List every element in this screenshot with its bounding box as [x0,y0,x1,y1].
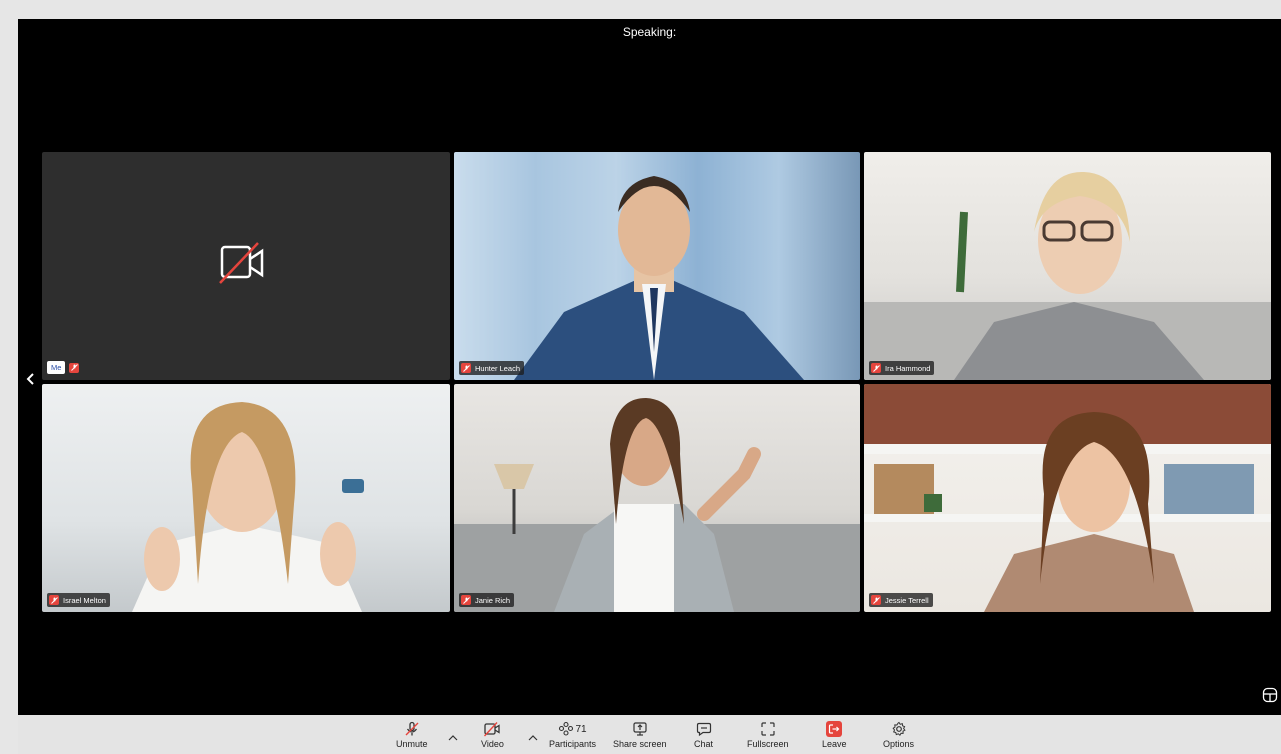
participant-name: Israel Melton [63,595,106,605]
camera-off-icon [218,239,274,292]
mic-off-icon [49,595,59,605]
chevron-left-icon [26,373,34,385]
fullscreen-button[interactable]: Fullscreen [747,719,789,749]
layout-icon [1262,687,1278,703]
meeting-window: Speaking: Me Hunter Leach Ira Hammond Is… [18,19,1281,754]
participant-name-tag: Ira Hammond [869,361,935,375]
unmute-label: Unmute [396,739,428,749]
participant-name: Janie Rich [475,595,511,605]
share-screen-icon [633,722,647,736]
fullscreen-label: Fullscreen [747,739,789,749]
participant-tile[interactable]: Hunter Leach [454,152,860,380]
speaking-indicator: Speaking: [622,25,677,39]
mic-off-icon [69,362,80,373]
chat-icon [696,722,711,737]
leave-label: Leave [822,739,847,749]
video-label: Video [481,739,504,749]
video-button[interactable]: Video [481,719,504,749]
participant-name-tag: Hunter Leach [459,361,525,375]
microphone-off-icon [405,721,419,736]
participants-count: 71 [575,723,587,735]
options-button[interactable]: Options [883,719,914,749]
participant-video-image [864,384,1271,612]
unmute-button[interactable]: Unmute [396,719,428,749]
participant-tile[interactable]: Ira Hammond [864,152,1271,380]
share-screen-button[interactable]: Share screen [613,719,667,749]
video-off-icon [484,722,501,737]
me-label: Me [47,361,66,374]
audio-options-caret[interactable] [448,729,458,747]
chat-button[interactable]: Chat [694,719,713,749]
participant-tile[interactable]: Israel Melton [42,384,450,612]
options-label: Options [883,739,915,749]
participants-icon [559,721,574,736]
self-name-tag: Me [47,361,80,374]
meeting-toolbar: Unmute Video 71 Participants Share scree… [18,715,1281,754]
previous-page-button[interactable] [24,370,38,388]
chat-label: Chat [694,739,714,749]
participant-name: Ira Hammond [885,363,931,373]
participant-video-image [454,398,860,612]
leave-button[interactable]: Leave [822,719,847,749]
participant-video-image [454,152,860,380]
chevron-up-icon [528,735,538,741]
mic-off-icon [871,595,881,605]
gear-icon [891,721,906,736]
participant-name: Jessie Terrell [885,595,929,605]
chevron-up-icon [448,735,458,741]
participants-button[interactable]: 71 Participants [549,719,596,749]
participant-video-image [132,402,364,612]
participant-name: Hunter Leach [475,363,521,373]
participants-label: Participants [549,739,597,749]
leave-icon [826,721,843,737]
participant-video-image [864,171,1271,380]
video-options-caret[interactable] [528,729,538,747]
mic-off-icon [461,363,471,373]
layout-toggle-button[interactable] [1261,686,1279,704]
participant-tile[interactable]: Jessie Terrell [864,384,1271,612]
share-screen-label: Share screen [613,739,667,749]
mic-off-icon [461,595,471,605]
fullscreen-icon [761,722,775,736]
participant-name-tag: Janie Rich [459,593,515,607]
self-video-tile[interactable]: Me [42,152,450,380]
participant-name-tag: Jessie Terrell [869,593,933,607]
participant-tile[interactable]: Janie Rich [454,384,860,612]
mic-off-icon [871,363,881,373]
participant-name-tag: Israel Melton [47,593,110,607]
